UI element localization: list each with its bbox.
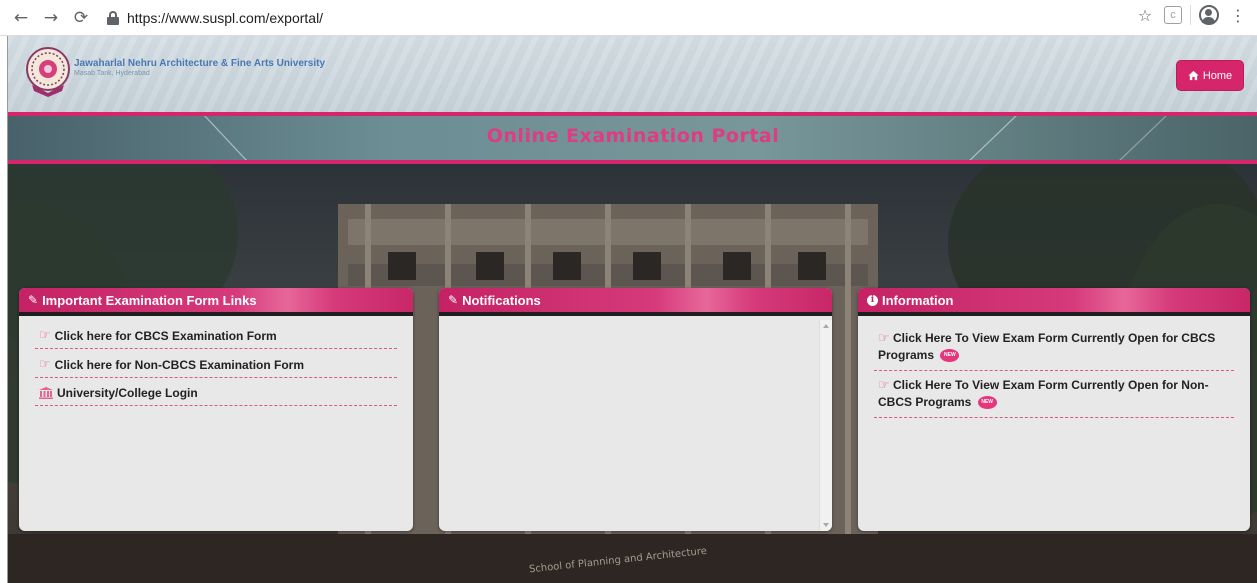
menu-icon[interactable]: ⋮ xyxy=(1227,6,1249,25)
exam-links-header: ✎ Important Examination Form Links xyxy=(19,288,413,316)
forward-icon[interactable]: → xyxy=(38,5,64,31)
non-cbcs-form-link[interactable]: ☞ Click here for Non-CBCS Examination Fo… xyxy=(35,353,397,378)
back-icon[interactable]: ← xyxy=(8,5,34,31)
cbcs-form-link-label[interactable]: Click here for CBCS Examination Form xyxy=(55,329,277,343)
account-icon[interactable] xyxy=(1199,5,1219,25)
notifications-header: ✎ Notifications xyxy=(439,288,832,316)
portal-banner: Online Examination Portal xyxy=(8,112,1257,164)
edit-icon: ✎ xyxy=(28,293,39,307)
hand-pointer-icon: ☞ xyxy=(39,328,51,343)
notifications-panel: ✎ Notifications xyxy=(439,288,832,531)
exam-links-panel: ✎ Important Examination Form Links ☞ Cli… xyxy=(19,288,413,531)
scroll-up-icon[interactable] xyxy=(823,324,829,328)
scroll-down-icon[interactable] xyxy=(823,523,829,527)
cbcs-form-link[interactable]: ☞ Click here for CBCS Examination Form xyxy=(35,324,397,349)
hand-pointer-icon: ☞ xyxy=(878,331,890,346)
notifications-scrollbar[interactable] xyxy=(819,320,832,531)
cbcs-open-forms-label[interactable]: Click Here To View Exam Form Currently O… xyxy=(878,331,1215,362)
non-cbcs-open-forms-label[interactable]: Click Here To View Exam Form Currently O… xyxy=(878,378,1209,409)
home-icon xyxy=(1188,70,1199,81)
reload-icon[interactable]: ⟳ xyxy=(68,5,94,31)
hand-pointer-icon: ☞ xyxy=(878,378,890,393)
university-login-link[interactable]: University/College Login xyxy=(35,382,397,406)
non-cbcs-open-forms-link[interactable]: ☞ Click Here To View Exam Form Currently… xyxy=(874,371,1234,418)
address-bar[interactable]: https://www.suspl.com/exportal/ xyxy=(106,4,1201,32)
university-login-label[interactable]: University/College Login xyxy=(57,386,198,400)
page: Jawaharlal Nehru Architecture & Fine Art… xyxy=(7,36,1257,583)
browser-toolbar: ← → ⟳ https://www.suspl.com/exportal/ ☆ … xyxy=(0,0,1257,36)
home-button[interactable]: Home xyxy=(1176,60,1244,91)
star-icon[interactable]: ☆ xyxy=(1134,6,1156,25)
new-badge-icon: NEW xyxy=(940,349,960,363)
url-text[interactable]: https://www.suspl.com/exportal/ xyxy=(127,10,323,26)
edit-icon: ✎ xyxy=(448,293,459,307)
information-header: i Information xyxy=(858,288,1250,316)
information-panel: i Information ☞ Click Here To View Exam … xyxy=(858,288,1250,531)
lock-icon xyxy=(106,10,120,25)
page-title: Online Examination Portal xyxy=(486,125,780,147)
university-location: Masab Tank, Hyderabad xyxy=(74,70,150,77)
notifications-title: Notifications xyxy=(462,292,541,308)
exam-links-title: Important Examination Form Links xyxy=(42,292,257,308)
hand-pointer-icon: ☞ xyxy=(39,357,51,372)
home-label: Home xyxy=(1202,69,1233,82)
toolbar-divider xyxy=(1190,5,1191,25)
site-header: Jawaharlal Nehru Architecture & Fine Art… xyxy=(8,36,1257,114)
university-name: Jawaharlal Nehru Architecture & Fine Art… xyxy=(74,58,326,69)
information-title: Information xyxy=(882,292,954,308)
institution-icon xyxy=(39,387,53,399)
non-cbcs-form-link-label[interactable]: Click here for Non-CBCS Examination Form xyxy=(55,358,304,372)
university-logo-icon[interactable] xyxy=(22,45,74,99)
extension-icon[interactable]: c xyxy=(1164,6,1182,24)
new-badge-icon: NEW xyxy=(977,396,997,410)
info-icon: i xyxy=(867,294,878,306)
cbcs-open-forms-link[interactable]: ☞ Click Here To View Exam Form Currently… xyxy=(874,324,1234,371)
